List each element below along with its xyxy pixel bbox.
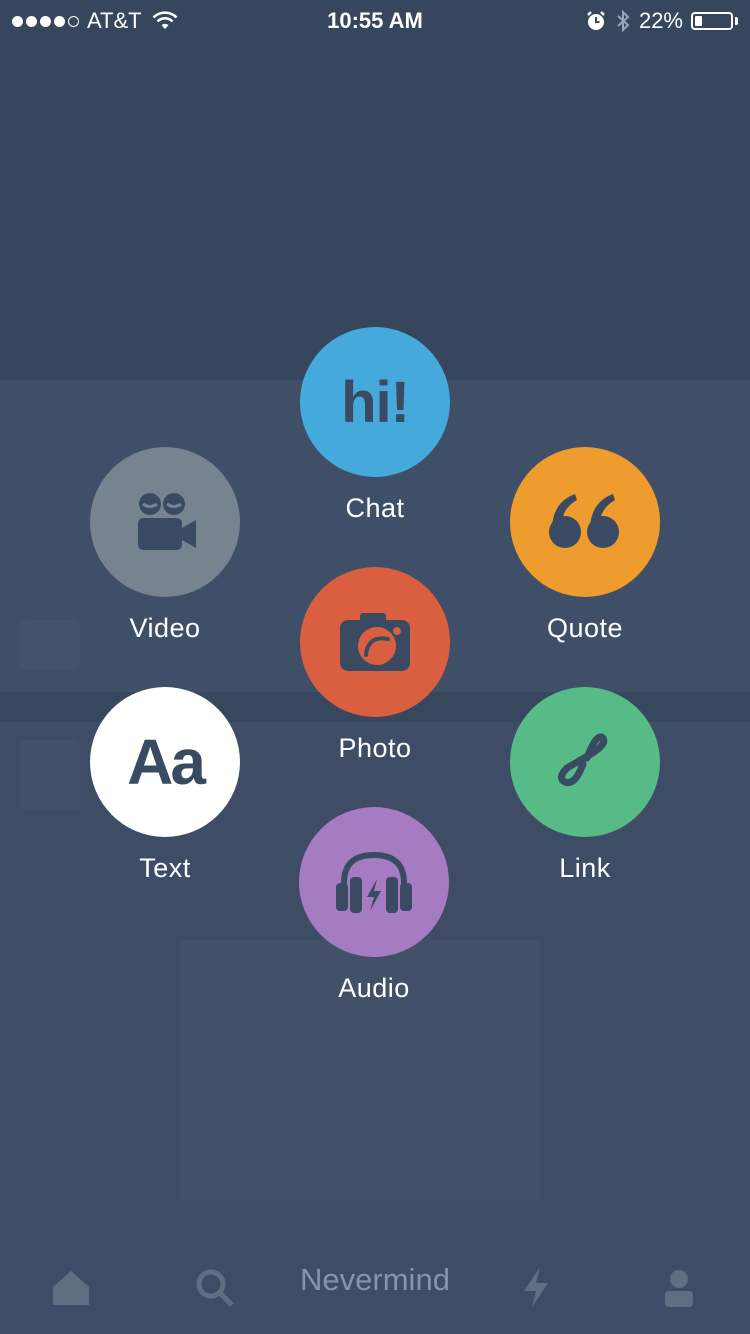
link-label: Link (559, 853, 611, 883)
audio-label: Audio (338, 973, 410, 1003)
status-right: 22% (585, 8, 738, 34)
video-circle[interactable] (90, 447, 240, 597)
quote-label: Quote (546, 613, 624, 643)
video-button[interactable]: Video (90, 447, 240, 644)
photo-label: Photo (338, 733, 412, 763)
camera-icon (340, 613, 410, 671)
video-camera-icon (138, 493, 196, 550)
text-icon: Aa (127, 726, 206, 798)
video-label: Video (129, 613, 201, 643)
headphones-icon (336, 851, 412, 913)
chat-label: Chat (345, 493, 405, 523)
bluetooth-icon (617, 9, 630, 33)
audio-circle[interactable] (299, 807, 449, 957)
photo-button[interactable]: Photo (300, 567, 450, 764)
link-circle[interactable] (510, 687, 660, 837)
link-icon (558, 733, 608, 787)
quote-circle[interactable] (510, 447, 660, 597)
background-shape (20, 620, 80, 670)
battery-icon (691, 12, 733, 30)
photo-circle[interactable] (300, 567, 450, 717)
text-circle[interactable]: Aa (90, 687, 240, 837)
text-label: Text (139, 853, 191, 883)
link-button[interactable]: Link (510, 687, 660, 884)
chat-circle[interactable]: hi! (300, 327, 450, 477)
text-button[interactable]: Aa Text (90, 687, 240, 884)
alarm-icon (587, 11, 605, 30)
chat-button[interactable]: hi! Chat (300, 327, 450, 524)
battery-level (695, 16, 702, 26)
quote-icon (549, 494, 619, 548)
battery-percent: 22% (638, 8, 683, 33)
nevermind-button[interactable]: Nevermind (0, 1262, 750, 1298)
status-bar: AT&T 10:55 AM 22% (0, 0, 750, 40)
audio-button[interactable]: Audio (299, 807, 449, 1004)
background-shape (20, 740, 80, 810)
quote-button[interactable]: Quote (510, 447, 660, 644)
background-top (0, 0, 750, 380)
chat-icon: hi! (341, 369, 410, 435)
battery-tip (735, 17, 738, 25)
